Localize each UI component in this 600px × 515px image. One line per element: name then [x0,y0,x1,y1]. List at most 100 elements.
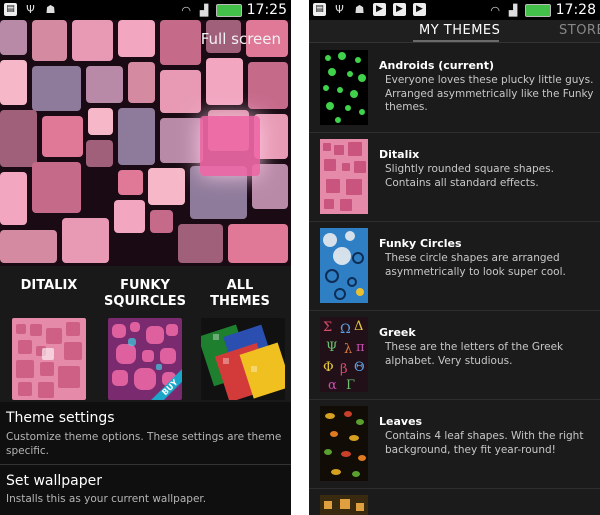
notification-icon: ▤ [313,3,326,16]
wallpaper-preview[interactable]: Full screen [0,20,291,266]
tab-store[interactable]: STORE [559,23,600,38]
wallpaper-tile [32,66,81,111]
svg-text:Φ: Φ [323,360,334,375]
leaves-thumbnail [320,406,368,481]
svg-text:Δ: Δ [354,319,363,334]
wallpaper-tile [206,58,243,105]
wallpaper-tile [86,66,123,103]
theme-card-ditalix[interactable]: DITALIX [6,266,92,402]
theme-description: Contains 4 leaf shapes. With the right b… [385,430,584,456]
theme-card-title: DITALIX [20,278,78,293]
wallpaper-tile [118,20,155,57]
set-wallpaper-row[interactable]: Set wallpaper Installs this as your curr… [0,465,291,515]
wallpaper-tile [128,62,155,103]
battery-icon [524,3,551,17]
play-icon: ▶ [393,3,406,16]
svg-text:Ψ: Ψ [326,340,337,355]
notification-icon: ▤ [4,3,17,16]
right-screen: ▤ Ψ ☗ ▶ ▶ ▶ ◠ ▟ 17:28 MY THEMES STORE An… [309,0,600,515]
svg-text:π: π [356,340,365,355]
wallpaper-tile [62,218,109,263]
theme-name: Funky Circles [379,237,462,250]
svg-text:Σ: Σ [323,320,332,335]
svg-text:Ω: Ω [340,322,351,337]
theme-settings-title: Theme settings [6,410,115,426]
wallpaper-tile [32,162,81,213]
wallpaper-tile [0,230,57,263]
theme-settings-row[interactable]: Theme settings Customize theme options. … [0,402,291,464]
wallpaper-tile [118,108,155,165]
theme-card-title: ALL THEMES [210,278,270,309]
partial-thumbnail [320,495,368,515]
wallpaper-tile [118,170,143,195]
clock: 17:25 [246,2,287,18]
wallpaper-glow [200,116,260,176]
theme-carousel: DITALIX FUNKY SQUIRCLES BUY ALL THEMES [0,266,291,402]
wallpaper-tile [86,140,113,167]
clock: 17:28 [555,2,596,18]
usb-icon: Ψ [26,3,35,16]
wallpaper-tile [160,118,203,163]
list-item-funky-circles[interactable]: Funky Circles These circle shapes are ar… [309,221,600,311]
wifi-icon: ◠ [181,3,191,17]
wallpaper-tile [160,20,201,65]
wallpaper-tile [148,168,185,205]
theme-description: Everyone loves these plucky little guys.… [385,74,594,113]
android-debug-icon: ☗ [45,3,56,16]
wallpaper-tile [228,224,288,263]
theme-name: Greek [379,326,416,339]
usb-icon: Ψ [335,3,344,16]
status-bar: ▤ Ψ ☗ ◠ ▟ 17:25 [0,0,291,20]
play-icon: ▶ [373,3,386,16]
theme-name: Ditalix [379,148,420,161]
wallpaper-tile [248,62,288,109]
wallpaper-tile [0,20,27,55]
theme-list: Androids (current) Everyone loves these … [309,43,600,515]
svg-text:β: β [340,362,348,377]
androids-thumbnail [320,50,368,125]
wifi-icon: ◠ [490,3,500,17]
signal-icon: ▟ [199,3,209,17]
android-debug-icon: ☗ [354,3,365,16]
list-item-greek[interactable]: ΣΩΔ Ψλπ ΦβΘ αΓ Greek These are the lette… [309,310,600,400]
wallpaper-tile [0,60,27,105]
funky-circles-thumbnail [320,228,368,303]
list-item-partial[interactable] [309,488,600,515]
active-tab-indicator [413,40,499,42]
tab-my-themes[interactable]: MY THEMES [419,23,500,38]
svg-text:α: α [328,378,337,392]
theme-description: These circle shapes are arranged asymmet… [385,252,566,278]
wallpaper-tile [72,20,113,61]
wallpaper-tile [114,200,145,233]
wallpaper-tile [150,210,173,233]
wallpaper-tile [0,172,27,225]
wallpaper-tile [32,20,67,61]
funky-squircles-thumbnail: BUY [108,318,182,400]
list-item-leaves[interactable]: Leaves Contains 4 leaf shapes. With the … [309,399,600,489]
theme-card-all-themes[interactable]: ALL THEMES [197,266,285,402]
set-wallpaper-description: Installs this as your current wallpaper. [6,493,207,505]
battery-icon [215,3,242,17]
full-screen-button[interactable]: Full screen [201,30,281,48]
ditalix-thumbnail [320,139,368,214]
wallpaper-tile [178,224,223,263]
ditalix-thumbnail [12,318,86,400]
greek-thumbnail: ΣΩΔ Ψλπ ΦβΘ αΓ [320,317,368,392]
theme-description: These are the letters of the Greek alpha… [385,341,564,367]
svg-text:Θ: Θ [354,360,365,375]
wallpaper-tile [88,108,113,135]
theme-card-funky-squircles[interactable]: FUNKY SQUIRCLES BUY [102,266,188,402]
svg-text:λ: λ [344,342,352,357]
wallpaper-tile [42,116,83,157]
wallpaper-tile [160,70,201,113]
list-item-androids[interactable]: Androids (current) Everyone loves these … [309,43,600,133]
set-wallpaper-title: Set wallpaper [6,473,102,489]
theme-description: Slightly rounded square shapes. Contains… [385,163,554,189]
all-themes-thumbnail [201,318,285,400]
signal-icon: ▟ [508,3,518,17]
play-icon: ▶ [413,3,426,16]
svg-text:Γ: Γ [346,378,355,392]
theme-card-title: FUNKY SQUIRCLES [104,278,186,309]
list-item-ditalix[interactable]: Ditalix Slightly rounded square shapes. … [309,132,600,222]
theme-settings-description: Customize theme options. These settings … [6,431,282,457]
